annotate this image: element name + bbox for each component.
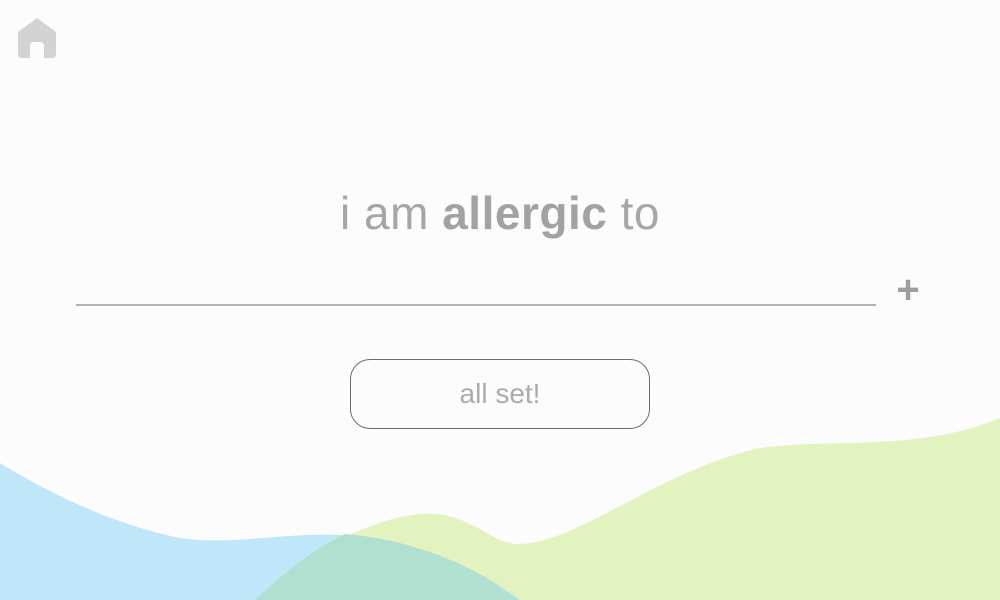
- prompt-suffix: to: [620, 187, 660, 239]
- prompt-prefix: i am: [340, 187, 429, 239]
- home-button[interactable]: [16, 16, 58, 60]
- wave-overlap: [255, 534, 518, 600]
- plus-icon: +: [896, 268, 920, 312]
- allergy-input[interactable]: [76, 270, 876, 306]
- allergy-screen: i am allergic to + all set!: [0, 0, 1000, 600]
- home-icon: [18, 18, 56, 58]
- blue-wave: [0, 463, 520, 600]
- green-wave: [255, 418, 1000, 600]
- all-set-button[interactable]: all set!: [350, 359, 650, 429]
- allergy-prompt: i am allergic to: [0, 186, 1000, 240]
- prompt-emphasis: allergic: [442, 187, 608, 239]
- add-allergy-button[interactable]: +: [890, 270, 926, 310]
